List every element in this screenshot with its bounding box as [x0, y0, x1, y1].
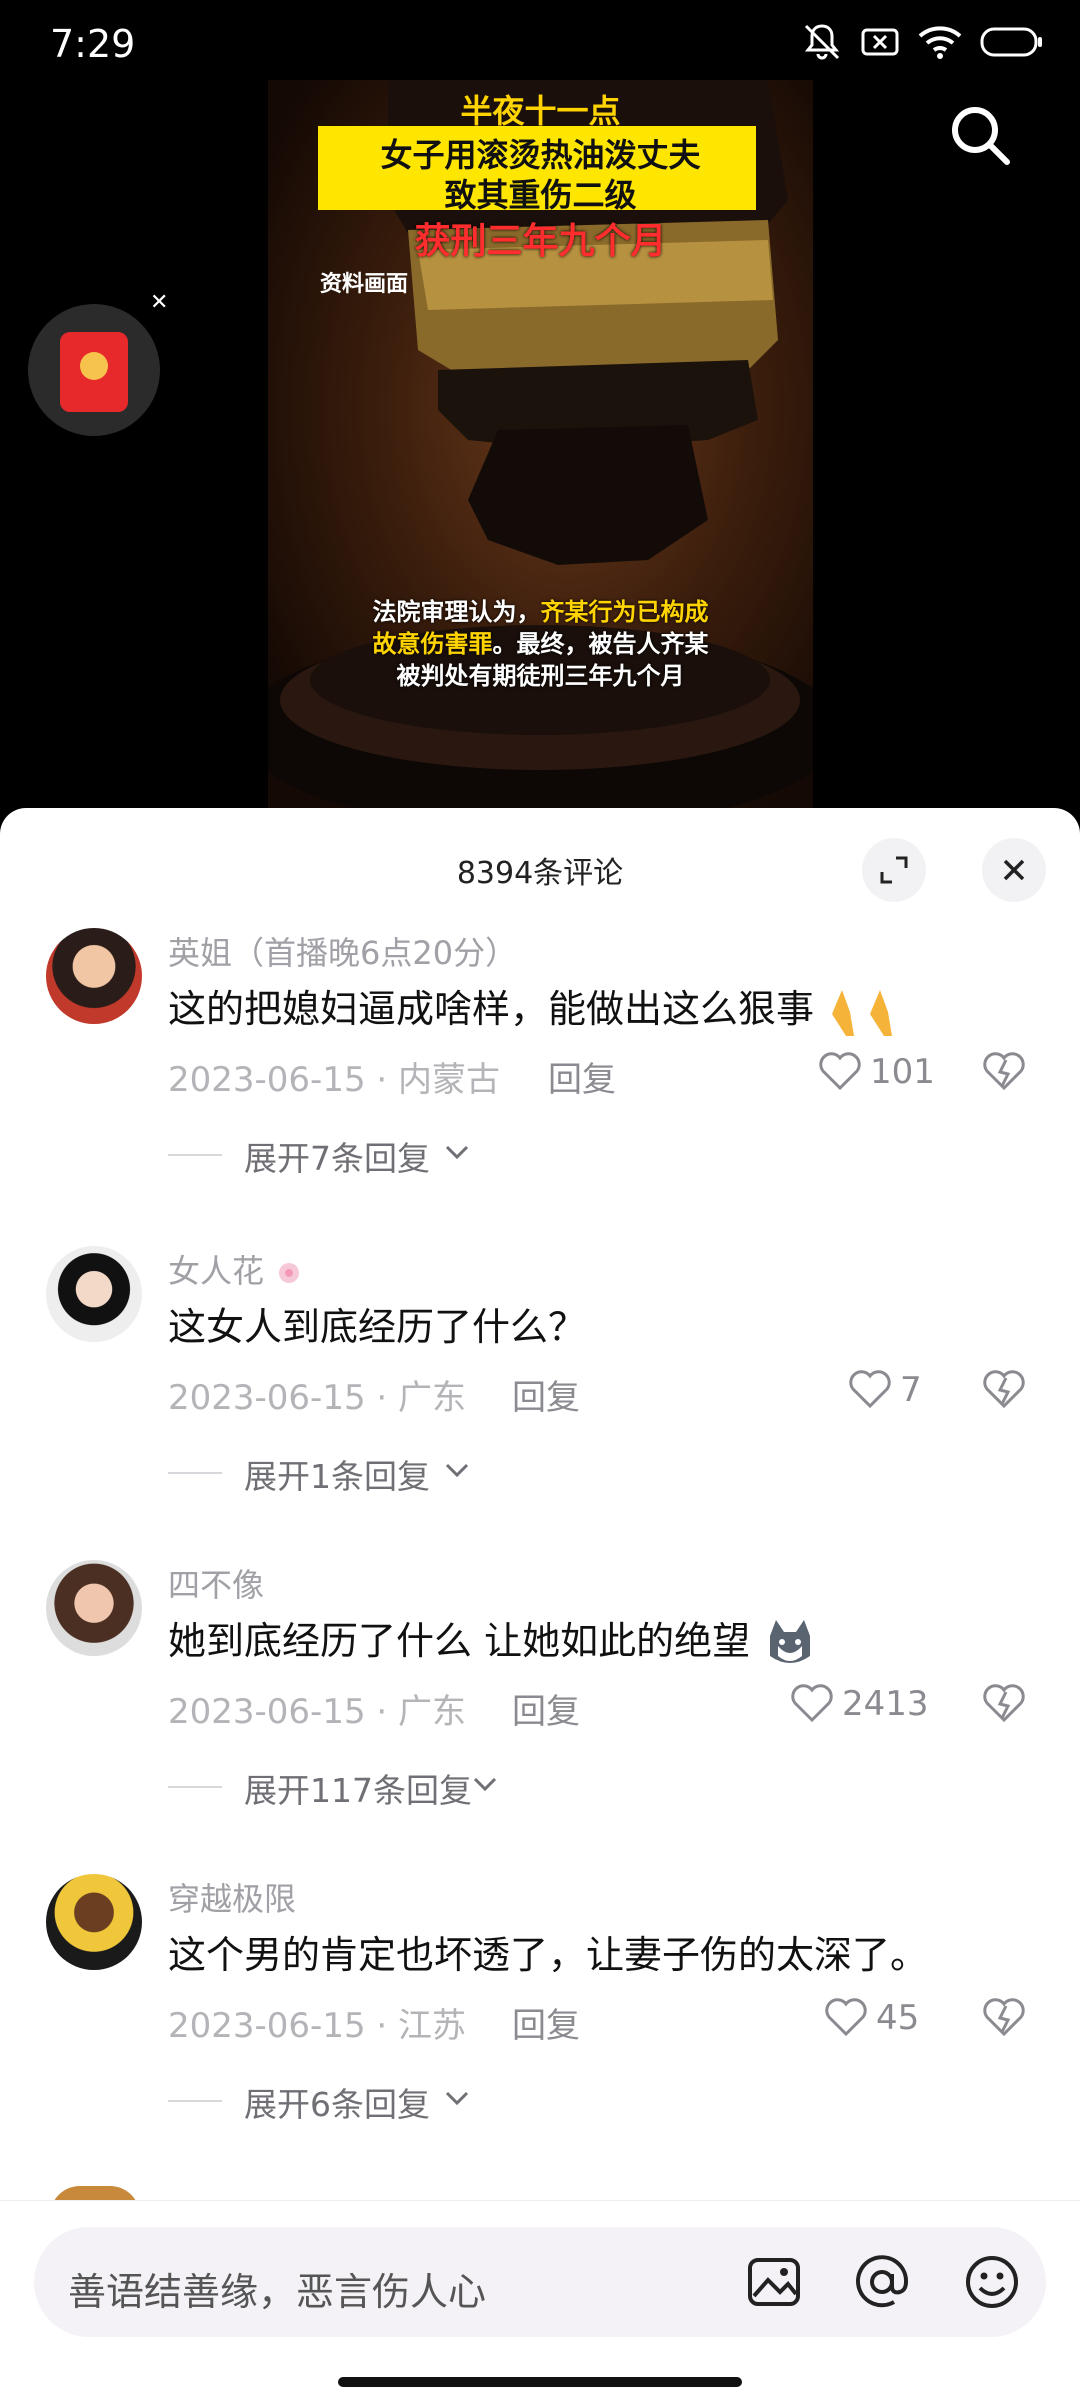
comment-text-content: 这的把媳妇逼成啥样，能做出这么狠事 [168, 987, 815, 1031]
coin-shape [80, 352, 108, 380]
like-button[interactable]: 7 [848, 1368, 922, 1412]
heart-icon [849, 1370, 891, 1409]
reply-button[interactable]: 回复 [512, 1370, 580, 1419]
at-icon[interactable] [854, 2254, 910, 2310]
headline-line-3: 致其重伤二级 [444, 176, 637, 214]
expand-divider [168, 1154, 222, 1156]
flower-icon [279, 1263, 300, 1283]
subtitle-part: 法院审理认为， [372, 598, 541, 626]
comment-text: 这个男的肯定也坏透了，让妻子伤的太深了。 [168, 1933, 929, 1977]
video-player[interactable]: 半夜十一点 女子用滚烫热油泼丈夫 致其重伤二级 获刑三年九个月 资料画面 法院审… [0, 80, 1080, 810]
status-bar: 7:29 [0, 0, 1080, 80]
sim-off-icon [861, 28, 899, 56]
red-packet-icon [60, 332, 128, 412]
pray-emoji-icon [832, 989, 893, 1036]
like-button[interactable]: 2413 [790, 1682, 929, 1726]
comments-panel: 8394条评论 英姐（首播晚6点20分） 这的把媳妇逼成啥样，能做出这么狠事 2… [0, 808, 1080, 2400]
expand-replies-button[interactable]: 展开7条回复 [244, 1132, 430, 1180]
comment-author[interactable]: 英姐（首播晚6点20分） [168, 928, 517, 974]
comment-date-location: 2023-06-15 · 广东 [168, 1692, 467, 1732]
comment-text-content: 她到底经历了什么 让她如此的绝望 [168, 1619, 751, 1663]
dislike-icon[interactable] [982, 1684, 1026, 1724]
expand-button[interactable] [862, 838, 926, 902]
dog-emoji-icon [770, 1619, 811, 1663]
wifi-icon [918, 26, 962, 59]
avatar[interactable] [46, 1874, 142, 1970]
comment-author[interactable]: 穿越极限 [168, 1874, 296, 1920]
like-count: 7 [900, 1370, 922, 1410]
expand-divider [168, 1786, 222, 1788]
dislike-icon[interactable] [982, 1998, 1026, 2038]
subtitle-highlight: 齐某行为已构成 [540, 598, 709, 626]
comment-date-location: 2023-06-15 · 广东 [168, 1378, 467, 1418]
subtitle-highlight: 故意伤害罪 [372, 630, 493, 658]
avatar[interactable] [46, 1246, 142, 1342]
heart-icon [825, 1998, 867, 2037]
like-button[interactable]: 101 [818, 1050, 935, 1094]
comment-text: 这的把媳妇逼成啥样，能做出这么狠事 [168, 978, 908, 1040]
video-frame: 半夜十一点 女子用滚烫热油泼丈夫 致其重伤二级 获刑三年九个月 资料画面 法院审… [268, 80, 813, 810]
comment-text: 她到底经历了什么 让她如此的绝望 [168, 1610, 818, 1672]
reply-button[interactable]: 回复 [512, 1684, 580, 1733]
like-count: 45 [876, 1998, 920, 2038]
emoji-icon[interactable] [964, 2254, 1020, 2310]
comment-input-bar: 善语结善缘，恶言伤人心 [0, 2200, 1080, 2401]
expand-replies-button[interactable]: 展开6条回复 [244, 2078, 430, 2126]
author-name: 女人花 [168, 1252, 265, 1290]
comment-date-location: 2023-06-15 · 内蒙古 [168, 1060, 501, 1100]
reply-button[interactable]: 回复 [512, 1998, 580, 2047]
chevron-down-icon [445, 1145, 469, 1160]
expand-icon [880, 856, 908, 884]
subtitle-part: 。最终，被告人齐某 [492, 630, 709, 658]
comment-text: 这女人到底经历了什么？ [168, 1305, 587, 1349]
expand-divider [168, 2100, 222, 2102]
reply-button[interactable]: 回复 [548, 1052, 616, 1101]
dislike-icon[interactable] [982, 1370, 1026, 1410]
red-packet-button[interactable] [28, 304, 160, 436]
close-icon [1003, 859, 1025, 881]
search-icon[interactable] [945, 100, 1015, 170]
expand-replies-button[interactable]: 展开117条回复 [244, 1764, 472, 1812]
like-count: 101 [870, 1052, 935, 1092]
image-icon[interactable] [746, 2254, 802, 2310]
subtitle-line-2: 故意伤害罪。最终，被告人齐某 [268, 624, 813, 659]
chevron-down-icon [445, 1463, 469, 1478]
comment-author[interactable]: 四不像 [168, 1560, 264, 1606]
red-packet-close-icon[interactable]: ✕ [150, 290, 168, 315]
dislike-icon[interactable] [982, 1052, 1026, 1092]
avatar[interactable] [46, 928, 142, 1024]
subtitle-line-3: 被判处有期徒刑三年九个月 [396, 662, 685, 690]
comment-date-location: 2023-06-15 · 江苏 [168, 2006, 467, 2046]
expand-replies-button[interactable]: 展开1条回复 [244, 1450, 430, 1498]
comment-author[interactable]: 女人花 [168, 1246, 304, 1292]
battery-icon [980, 27, 1042, 57]
avatar[interactable] [46, 1560, 142, 1656]
comment-input[interactable]: 善语结善缘，恶言伤人心 [34, 2227, 1046, 2337]
heart-icon [791, 1684, 833, 1723]
home-indicator[interactable] [338, 2377, 742, 2387]
heart-icon [819, 1052, 861, 1091]
mute-icon [804, 24, 840, 60]
like-button[interactable]: 45 [824, 1996, 919, 2040]
close-button[interactable] [982, 838, 1046, 902]
status-icons [802, 22, 1044, 62]
comment-input-placeholder: 善语结善缘，恶言伤人心 [68, 2270, 487, 2314]
chevron-down-icon [473, 1777, 497, 1792]
subtitle-line-1: 法院审理认为，齐某行为已构成 [268, 592, 813, 627]
expand-divider [168, 1472, 222, 1474]
status-time: 7:29 [50, 22, 136, 66]
source-note: 资料画面 [320, 272, 409, 297]
chevron-down-icon [445, 2091, 469, 2106]
like-count: 2413 [842, 1684, 929, 1724]
headline-line-4: 获刑三年九个月 [414, 221, 667, 262]
